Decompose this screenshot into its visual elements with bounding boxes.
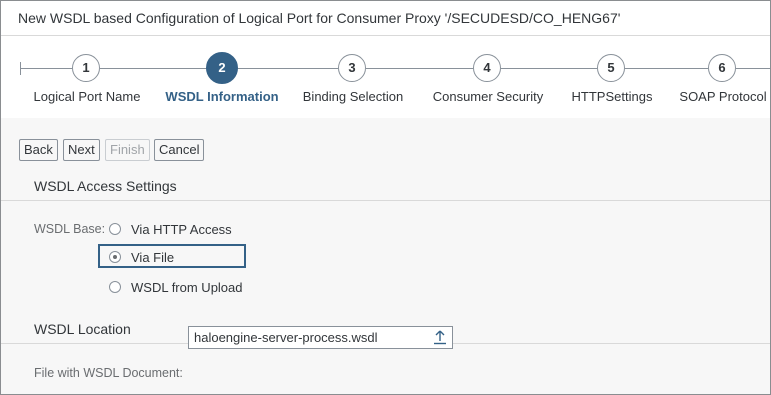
upload-icon[interactable]: [433, 329, 447, 345]
wizard-window: New WSDL based Configuration of Logical …: [0, 0, 771, 395]
radio-via-http[interactable]: Via HTTP Access: [109, 218, 232, 240]
radio-button[interactable]: [109, 281, 121, 293]
roadmap-connector: [366, 68, 473, 69]
wizard-toolbar: Back Next Finish Cancel: [1, 139, 770, 165]
roadmap-step-5[interactable]: 5: [597, 54, 625, 82]
roadmap-step-label[interactable]: Consumer Security: [433, 89, 544, 104]
file-input-value[interactable]: haloengine-server-process.wsdl: [194, 330, 378, 345]
roadmap: 1 2 3 4 5 6 Logical Port Name WSDL Infor…: [1, 36, 770, 118]
radio-via-file[interactable]: Via File: [109, 246, 174, 268]
roadmap-connector: [100, 68, 207, 69]
radio-button-selected[interactable]: [109, 251, 121, 263]
next-button[interactable]: Next: [63, 139, 100, 161]
roadmap-step-label[interactable]: WSDL Information: [165, 89, 278, 104]
access-settings-heading: WSDL Access Settings: [34, 178, 177, 194]
roadmap-step-label[interactable]: Logical Port Name: [34, 89, 141, 104]
wsdl-file-input[interactable]: haloengine-server-process.wsdl: [188, 326, 453, 349]
cancel-button[interactable]: Cancel: [154, 139, 205, 161]
roadmap-step-label[interactable]: HTTPSettings: [572, 89, 653, 104]
roadmap-connector: [20, 68, 72, 69]
roadmap-step-3[interactable]: 3: [338, 54, 366, 82]
roadmap-connector: [501, 68, 597, 69]
roadmap-connector: [625, 68, 708, 69]
radio-label[interactable]: Via File: [131, 250, 174, 265]
window-title: New WSDL based Configuration of Logical …: [18, 10, 621, 26]
wsdl-location-heading: WSDL Location: [34, 321, 131, 337]
radio-label[interactable]: WSDL from Upload: [131, 280, 243, 295]
wsdl-base-label: WSDL Base:: [34, 222, 106, 236]
roadmap-step-2[interactable]: 2: [206, 52, 238, 84]
radio-label[interactable]: Via HTTP Access: [131, 222, 232, 237]
back-button[interactable]: Back: [19, 139, 58, 161]
roadmap-step-label[interactable]: SOAP Protocol: [679, 89, 766, 104]
radio-button[interactable]: [109, 223, 121, 235]
roadmap-step-1[interactable]: 1: [72, 54, 100, 82]
roadmap-connector: [237, 68, 338, 69]
section-divider: [1, 200, 770, 201]
roadmap-step-label[interactable]: Binding Selection: [303, 89, 403, 104]
roadmap-step-6[interactable]: 6: [708, 54, 736, 82]
roadmap-step-4[interactable]: 4: [473, 54, 501, 82]
radio-wsdl-upload[interactable]: WSDL from Upload: [109, 276, 243, 298]
roadmap-connector: [736, 68, 770, 69]
file-label: File with WSDL Document:: [34, 366, 183, 380]
finish-button: Finish: [105, 139, 150, 161]
title-bar: New WSDL based Configuration of Logical …: [1, 1, 770, 36]
